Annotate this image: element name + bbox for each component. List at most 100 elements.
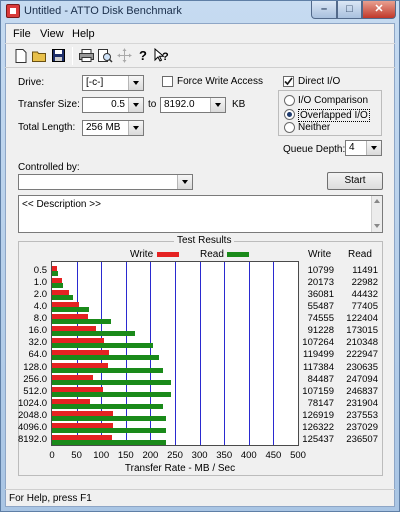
window-title: Untitled - ATTO Disk Benchmark <box>24 5 182 17</box>
description-textarea[interactable]: << Description >> <box>18 195 383 233</box>
to-label: to <box>148 99 157 110</box>
read-value: 173015 <box>346 325 378 337</box>
write-value: 84487 <box>307 373 334 385</box>
write-value: 78147 <box>307 397 334 409</box>
start-button[interactable]: Start <box>327 172 383 190</box>
write-value: 107264 <box>302 337 334 349</box>
y-tick-label: 8192.0 <box>17 433 47 445</box>
read-value: 237553 <box>346 409 378 421</box>
io-comparison-label: I/O Comparison <box>298 95 369 106</box>
print-preview-icon[interactable] <box>97 47 114 64</box>
io-comparison-radio[interactable] <box>284 95 295 106</box>
menu-view[interactable]: View <box>40 28 64 40</box>
read-column-header: Read <box>348 249 372 260</box>
queue-depth-select[interactable]: 4 <box>345 140 382 156</box>
chevron-down-icon <box>128 121 143 135</box>
close-button[interactable]: ✕ <box>362 1 396 19</box>
read-value: 77405 <box>351 301 378 313</box>
move-icon[interactable] <box>116 47 133 64</box>
y-tick-label: 1024.0 <box>17 397 47 409</box>
y-tick-label: 128.0 <box>23 361 47 373</box>
read-bar <box>52 271 58 276</box>
scroll-up-icon[interactable] <box>374 199 380 203</box>
gridline <box>248 262 250 445</box>
read-value: 22982 <box>351 277 378 289</box>
read-bar <box>52 355 160 361</box>
read-bar <box>52 439 166 445</box>
read-bar <box>52 343 154 349</box>
write-legend-label: Write <box>130 249 154 260</box>
description-text: << Description >> <box>22 199 101 210</box>
write-value: 91228 <box>307 325 334 337</box>
read-value: 247094 <box>346 373 378 385</box>
neither-radio[interactable] <box>284 122 295 133</box>
new-document-icon[interactable] <box>12 47 29 64</box>
description-scrollbar[interactable] <box>371 196 382 232</box>
write-value: 117384 <box>303 361 334 373</box>
help-icon[interactable]: ? <box>135 47 152 64</box>
read-bar <box>52 367 163 373</box>
context-help-icon[interactable]: ? <box>153 47 170 64</box>
title-bar[interactable]: Untitled - ATTO Disk Benchmark – □ ✕ <box>0 0 400 23</box>
write-value: 74555 <box>307 313 334 325</box>
read-legend-swatch <box>227 252 249 257</box>
y-tick-label: 0.5 <box>33 265 47 276</box>
transfer-size-to-select[interactable]: 8192.0 <box>160 97 226 113</box>
y-tick-label: 256.0 <box>23 373 47 385</box>
write-value: 55487 <box>307 301 334 313</box>
write-value: 36081 <box>307 289 334 301</box>
menu-help[interactable]: Help <box>72 28 95 40</box>
force-write-label: Force Write Access <box>177 76 263 87</box>
overlapped-io-label: Overlapped I/O <box>298 109 370 122</box>
read-bar <box>52 295 74 301</box>
read-bar <box>52 391 171 397</box>
total-length-label: Total Length: <box>18 122 76 133</box>
direct-io-checkbox[interactable] <box>283 76 294 87</box>
y-tick-label: 4096.0 <box>17 421 47 433</box>
write-value: 10799 <box>307 265 334 276</box>
y-tick-label: 32.0 <box>28 337 48 349</box>
drive-select[interactable]: [-c-] <box>82 75 144 91</box>
transfer-size-from-select[interactable]: 0.5 <box>82 97 144 113</box>
drive-label: Drive: <box>18 77 45 88</box>
overlapped-io-radio[interactable] <box>284 109 295 120</box>
chevron-down-icon <box>366 141 381 155</box>
chevron-down-icon <box>177 175 192 189</box>
print-icon[interactable] <box>78 47 95 64</box>
total-length-select[interactable]: 256 MB <box>82 120 144 136</box>
status-text: For Help, press F1 <box>9 493 92 504</box>
chevron-down-icon <box>128 98 143 112</box>
controlled-by-select[interactable] <box>18 174 193 190</box>
read-bar <box>52 283 64 289</box>
write-column-header: Write <box>308 249 332 260</box>
transfer-size-label: Transfer Size: <box>18 99 80 110</box>
y-tick-label: 16.0 <box>28 325 48 337</box>
write-value: 119499 <box>303 349 334 361</box>
read-value: 44432 <box>351 289 378 301</box>
direct-io-label: Direct I/O <box>298 76 341 87</box>
menu-file[interactable]: File <box>13 28 31 40</box>
scroll-down-icon[interactable] <box>374 224 380 228</box>
y-tick-label: 2.0 <box>33 289 47 301</box>
gridline <box>273 262 275 445</box>
read-value: 236507 <box>346 433 378 445</box>
y-tick-label: 8.0 <box>33 313 47 325</box>
read-value: 122404 <box>346 313 378 325</box>
write-value: 20173 <box>307 277 334 289</box>
read-value: 11491 <box>352 265 378 276</box>
y-tick-label: 1.0 <box>33 277 47 289</box>
read-value: 231904 <box>346 397 378 409</box>
read-value: 246837 <box>346 385 378 397</box>
read-value: 210348 <box>346 337 378 349</box>
read-bar <box>52 403 164 409</box>
gridline <box>224 262 226 445</box>
controlled-by-label: Controlled by: <box>18 162 80 173</box>
y-tick-label: 2048.0 <box>17 409 47 421</box>
maximize-button[interactable]: □ <box>337 1 362 19</box>
queue-depth-label: Queue Depth: <box>283 144 346 155</box>
minimize-button[interactable]: – <box>311 1 337 19</box>
open-folder-icon[interactable] <box>31 47 48 64</box>
force-write-checkbox[interactable] <box>162 76 173 87</box>
write-legend-swatch <box>157 252 179 257</box>
save-icon[interactable] <box>50 47 67 64</box>
